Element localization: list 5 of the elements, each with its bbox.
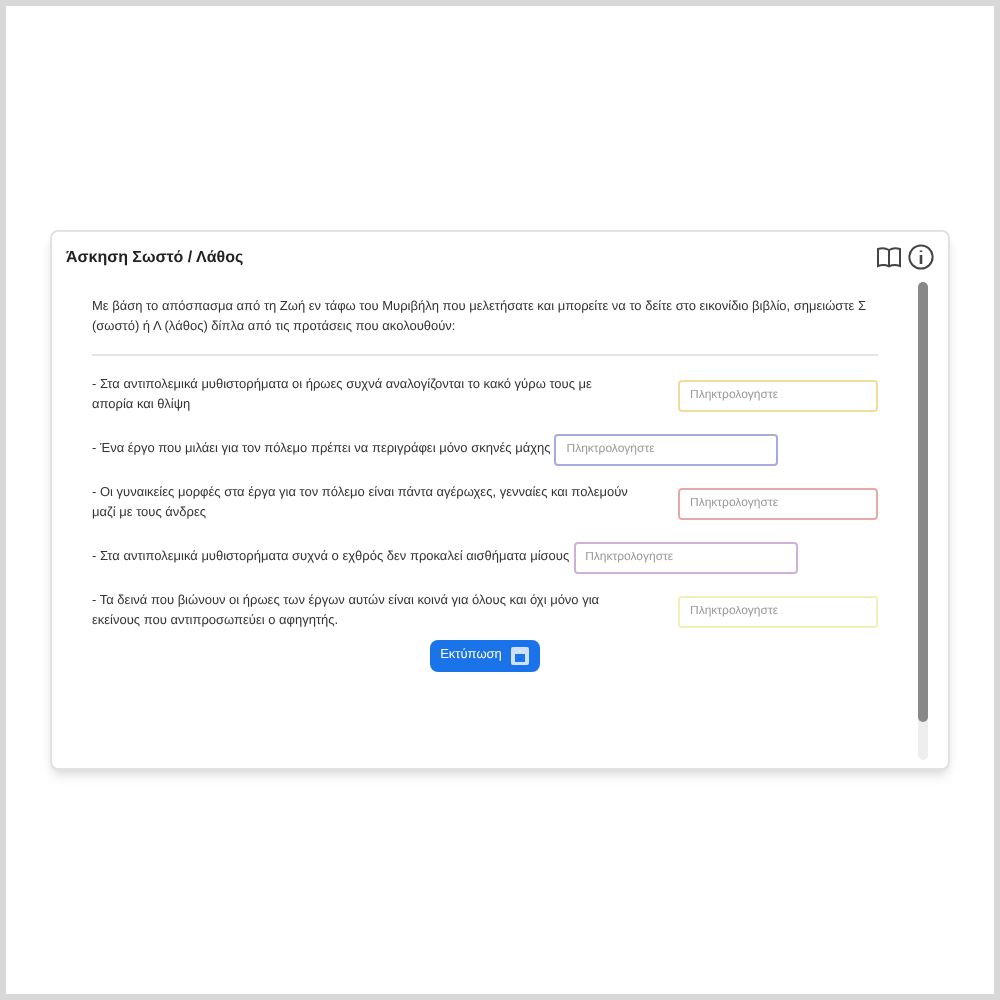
book-icon[interactable] [876,246,902,268]
exercise-title: Άσκηση Σωστό / Λάθος [66,245,244,269]
printer-icon [509,646,530,666]
info-icon[interactable] [908,244,934,270]
scrollbar[interactable] [918,282,928,760]
